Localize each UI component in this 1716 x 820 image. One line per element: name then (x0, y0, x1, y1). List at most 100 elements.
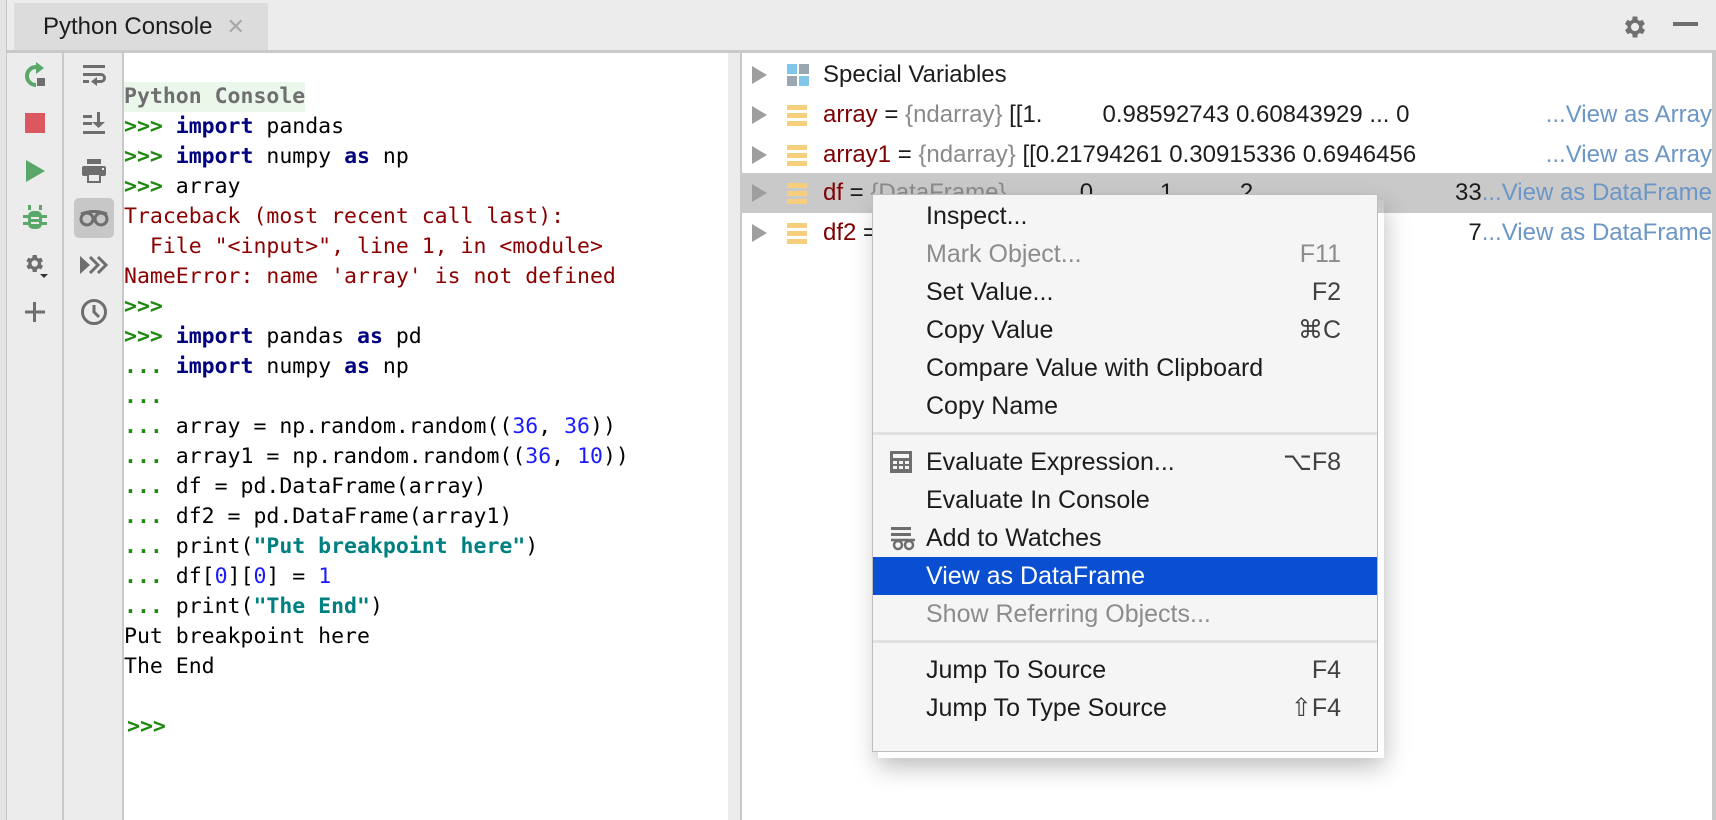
console-prompt: ... (124, 444, 176, 469)
console-text: import (175, 324, 254, 349)
console-line: ... df[0][0] = 1 (124, 562, 629, 592)
glasses-icon (79, 210, 108, 227)
menu-item-label: View as DataFrame (926, 561, 1146, 590)
context-menu: Inspect... Mark Object... F11 Set Value... F… (872, 194, 1378, 752)
console-line: Put breakpoint here (124, 622, 629, 652)
console-prompt[interactable]: >>> (127, 714, 166, 739)
menu-item-label: Mark Object... (926, 239, 1082, 268)
console-line: ... (124, 382, 629, 412)
menu-item-label: Inspect... (926, 201, 1028, 230)
menu-item-copy-value[interactable]: Copy Value ⌘C (873, 311, 1377, 349)
rerun-icon (24, 62, 45, 87)
minimize-icon[interactable] (1673, 22, 1698, 26)
variable-row[interactable]: array1 = {ndarray} [[0.21794261 0.309153… (742, 135, 1712, 175)
menu-item-show-referring-objects: Show Referring Objects... (873, 595, 1377, 633)
console-output[interactable]: Python Console >>> import pandas >>> impor… (124, 53, 728, 820)
variable-right: ...View as Array (1545, 135, 1712, 175)
console-text: "Put breakpoint here" (253, 534, 526, 559)
view-as-link[interactable]: ...View as DataFrame (1482, 219, 1712, 247)
variable-icon (787, 144, 809, 166)
console-prompt: ... (124, 564, 176, 589)
view-as-link[interactable]: ...View as DataFrame (1482, 179, 1712, 207)
view-as-link[interactable]: ...View as Array (1546, 141, 1712, 169)
console-prompt: >>> (124, 144, 176, 169)
tab-python-console[interactable]: Python Console ✕ (14, 3, 268, 50)
special-variables-row[interactable]: Special Variables (742, 55, 1712, 95)
console-text: NameError: name 'array' is not defined (124, 264, 616, 289)
variable-value-tail: 33 (1454, 179, 1482, 206)
console-line: ... array1 = np.random.random((36, 10)) (124, 442, 629, 472)
stop-button[interactable] (15, 103, 55, 143)
expand-arrow-icon[interactable] (752, 106, 767, 124)
menu-item-jump-to-source[interactable]: Jump To Source F4 (873, 651, 1377, 689)
menu-item-set-value[interactable]: Set Value... F2 (873, 273, 1377, 311)
console-text: as (344, 144, 370, 169)
menu-item-add-to-watches[interactable]: Add to Watches (873, 519, 1377, 557)
debug-button[interactable] (15, 198, 55, 238)
menu-item-label: Jump To Type Source (926, 693, 1167, 722)
console-line: ... print("Put breakpoint here") (124, 532, 629, 562)
variable-icon (787, 104, 809, 126)
variable-row[interactable]: array = {ndarray} [[1. 0.98592743 0.6084… (742, 95, 1712, 135)
tab-label: Python Console (43, 12, 213, 40)
console-line: Python Console (124, 82, 629, 112)
gear-dropdown-icon (25, 255, 48, 278)
console-text: ] = (266, 564, 319, 589)
console-prompt: ... (124, 504, 176, 529)
gear-icon[interactable] (1621, 13, 1649, 41)
expand-arrow-icon[interactable] (752, 184, 767, 202)
expand-arrow-icon[interactable] (752, 146, 767, 164)
history-button[interactable] (74, 292, 114, 332)
menu-item-jump-to-type-source[interactable]: Jump To Type Source ⇧F4 (873, 689, 1377, 727)
menu-item-label: Set Value... (926, 277, 1054, 306)
console-settings-button[interactable] (15, 245, 55, 285)
view-as-link[interactable]: ...View as Array (1546, 101, 1712, 129)
console-text: ) (525, 534, 539, 559)
menu-item-compare-value-with-clipboard[interactable]: Compare Value with Clipboard (873, 349, 1377, 387)
menu-item-evaluate-expression[interactable]: Evaluate Expression... ⌥F8 (873, 443, 1377, 481)
soft-wrap-button[interactable] (74, 56, 114, 96)
new-console-button[interactable] (15, 292, 55, 332)
window-left-edge (0, 0, 7, 820)
menu-item-inspect[interactable]: Inspect... (873, 197, 1377, 235)
watches-icon (889, 526, 915, 551)
menu-item-label: Evaluate In Console (926, 485, 1150, 514)
console-view-toolbar (65, 53, 124, 820)
execute-button[interactable] (74, 245, 114, 285)
console-text: ][ (227, 564, 254, 589)
scroll-to-end-icon (82, 112, 105, 134)
menu-item-evaluate-in-console[interactable]: Evaluate In Console (873, 481, 1377, 519)
menu-item-label: Copy Value (926, 315, 1054, 344)
menu-item-label: Copy Name (926, 391, 1058, 420)
console-text: File "<input>", line 1, in <module> (124, 234, 603, 259)
variable-type: {ndarray} (905, 101, 1010, 128)
console-text: numpy (253, 144, 345, 169)
play-icon (25, 160, 45, 182)
console-line: >>> import pandas as pd (124, 322, 629, 352)
show-variables-toggle[interactable] (73, 198, 114, 238)
close-icon[interactable]: ✕ (226, 15, 244, 38)
expand-arrow-icon[interactable] (752, 224, 767, 242)
console-text: as (344, 354, 370, 379)
console-text: 36 (512, 414, 539, 439)
menu-item-shortcut: F2 (1311, 277, 1341, 306)
console-line: >>> import pandas (124, 112, 629, 142)
splitter[interactable] (728, 53, 742, 820)
console-prompt: ... (124, 384, 163, 409)
variable-type: {ndarray} (918, 141, 1023, 168)
stop-icon (24, 113, 45, 133)
console-prompt: >>> (124, 294, 163, 319)
menu-item-view-as-dataframe[interactable]: View as DataFrame (873, 557, 1377, 595)
rerun-button[interactable] (15, 56, 55, 96)
menu-item-copy-name[interactable]: Copy Name (873, 387, 1377, 425)
console-text: import (175, 114, 254, 139)
console-actions-toolbar (7, 53, 64, 820)
scroll-to-end-button[interactable] (74, 103, 114, 143)
variable-value: [[0.21794261 0.30915336 0.6946456 (1022, 141, 1417, 168)
calculator-icon (889, 450, 913, 474)
expand-arrow-icon[interactable] (752, 66, 767, 84)
console-line: >>> (124, 712, 629, 742)
run-button[interactable] (15, 151, 55, 191)
console-banner: Python Console (124, 82, 306, 112)
print-button[interactable] (74, 151, 114, 191)
